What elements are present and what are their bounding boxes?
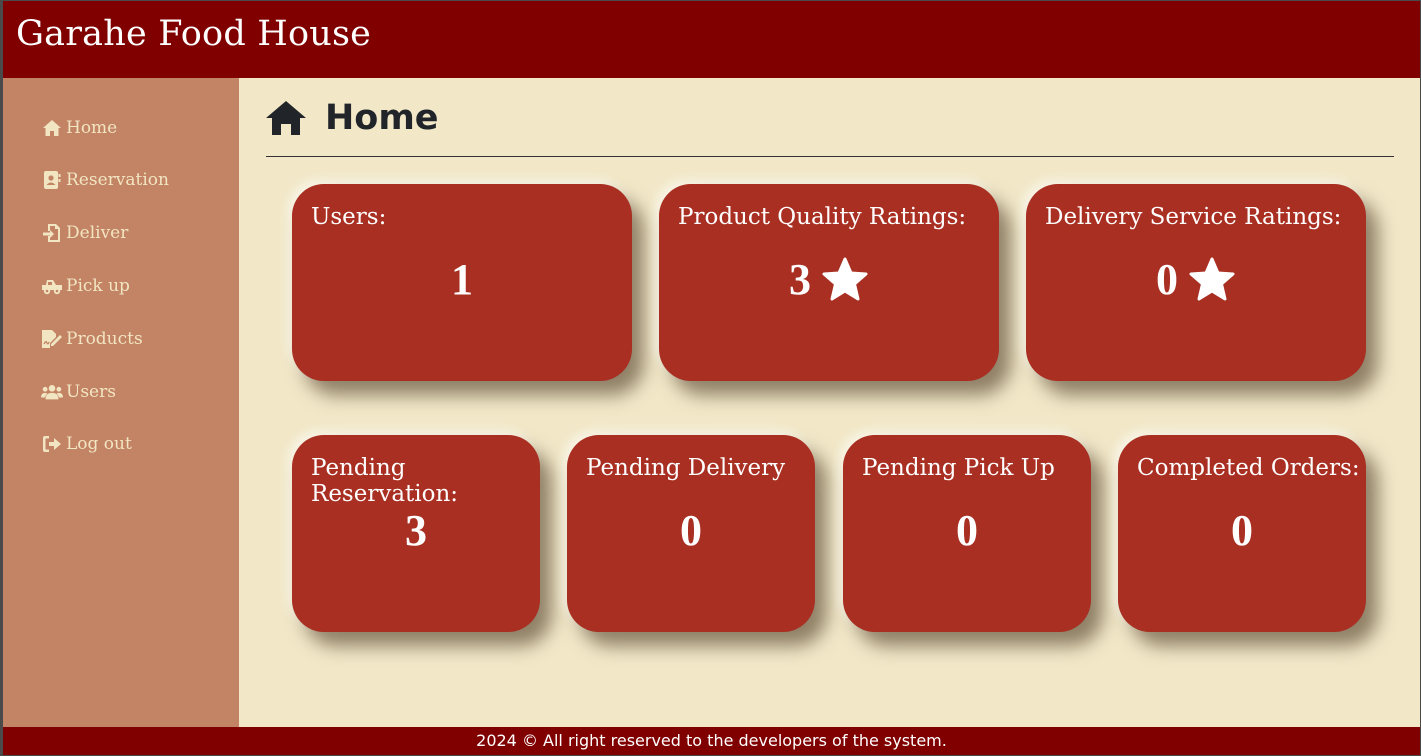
- stat-card-product-quality: Product Quality Ratings: 3: [659, 184, 999, 381]
- sidebar-item-reservation[interactable]: Reservation: [41, 166, 169, 194]
- stat-value: 3: [292, 505, 540, 556]
- stat-number: 0: [1156, 255, 1178, 304]
- home-icon: [265, 98, 307, 138]
- sidebar-item-pickup[interactable]: Pick up: [41, 272, 130, 300]
- stat-value: 0: [1026, 254, 1366, 305]
- sidebar-item-products[interactable]: Products: [41, 325, 143, 353]
- stat-number: 0: [680, 506, 702, 555]
- sidebar-item-label: Pick up: [66, 276, 130, 296]
- sidebar-item-label: Products: [66, 329, 143, 349]
- star-icon: [1188, 257, 1236, 303]
- file-import-icon: [41, 223, 63, 243]
- truck-pickup-icon: [41, 276, 63, 296]
- stat-label: Pending Delivery: [586, 455, 786, 481]
- app-window: Garahe Food House Home Reservation Deliv…: [3, 1, 1420, 755]
- stat-label: Users:: [311, 204, 387, 230]
- stat-label: Pending Pick Up: [862, 455, 1055, 481]
- stat-value: 0: [1118, 505, 1366, 556]
- stat-label: Pending Reservation:: [311, 455, 459, 507]
- file-signature-icon: [41, 329, 63, 349]
- page-title: Home: [325, 98, 439, 138]
- stat-card-pending-reservation: Pending Reservation: 3: [292, 435, 540, 632]
- brand-title: Garahe Food House: [16, 14, 372, 54]
- main-content: Home Users: 1 Product Quality Ratings: 3…: [239, 78, 1420, 727]
- stat-number: 3: [789, 255, 811, 304]
- footer: 2024 © All right reserved to the develop…: [3, 727, 1420, 755]
- stat-value: 3: [659, 254, 999, 305]
- users-icon: [41, 382, 63, 402]
- sidebar-item-home[interactable]: Home: [41, 114, 117, 142]
- sidebar-item-label: Deliver: [66, 223, 129, 243]
- stat-value: 1: [292, 254, 632, 305]
- top-header: Garahe Food House: [3, 1, 1420, 78]
- sidebar: Home Reservation Deliver Pick up Product…: [3, 78, 239, 727]
- sidebar-item-deliver[interactable]: Deliver: [41, 219, 128, 247]
- stat-number: 1: [451, 255, 473, 304]
- sidebar-item-label: Reservation: [66, 170, 169, 190]
- sidebar-item-label: Users: [66, 382, 116, 402]
- stat-card-pending-delivery: Pending Delivery 0: [567, 435, 815, 632]
- sidebar-item-users[interactable]: Users: [41, 378, 116, 406]
- stat-card-delivery-service: Delivery Service Ratings: 0: [1026, 184, 1366, 381]
- sidebar-item-label: Home: [66, 118, 118, 138]
- sidebar-item-label: Log out: [66, 434, 132, 454]
- sign-out-icon: [41, 434, 63, 454]
- stat-number: 0: [956, 506, 978, 555]
- stat-card-pending-pickup: Pending Pick Up 0: [843, 435, 1091, 632]
- stat-label: Delivery Service Ratings:: [1045, 204, 1342, 230]
- stat-card-users: Users: 1: [292, 184, 632, 381]
- stat-number: 0: [1231, 506, 1253, 555]
- sidebar-item-logout[interactable]: Log out: [41, 430, 132, 458]
- stat-value: 0: [843, 505, 1091, 556]
- stat-label: Completed Orders:: [1137, 455, 1360, 481]
- header-divider: [266, 156, 1394, 157]
- home-icon: [41, 118, 63, 138]
- star-icon: [821, 257, 869, 303]
- address-card-icon: [41, 170, 63, 190]
- stat-number: 3: [405, 506, 427, 555]
- stat-label: Product Quality Ratings:: [678, 204, 967, 230]
- page-header: Home: [265, 98, 439, 138]
- stat-value: 0: [567, 505, 815, 556]
- stat-card-completed-orders: Completed Orders: 0: [1118, 435, 1366, 632]
- footer-text: 2024 © All right reserved to the develop…: [476, 731, 947, 750]
